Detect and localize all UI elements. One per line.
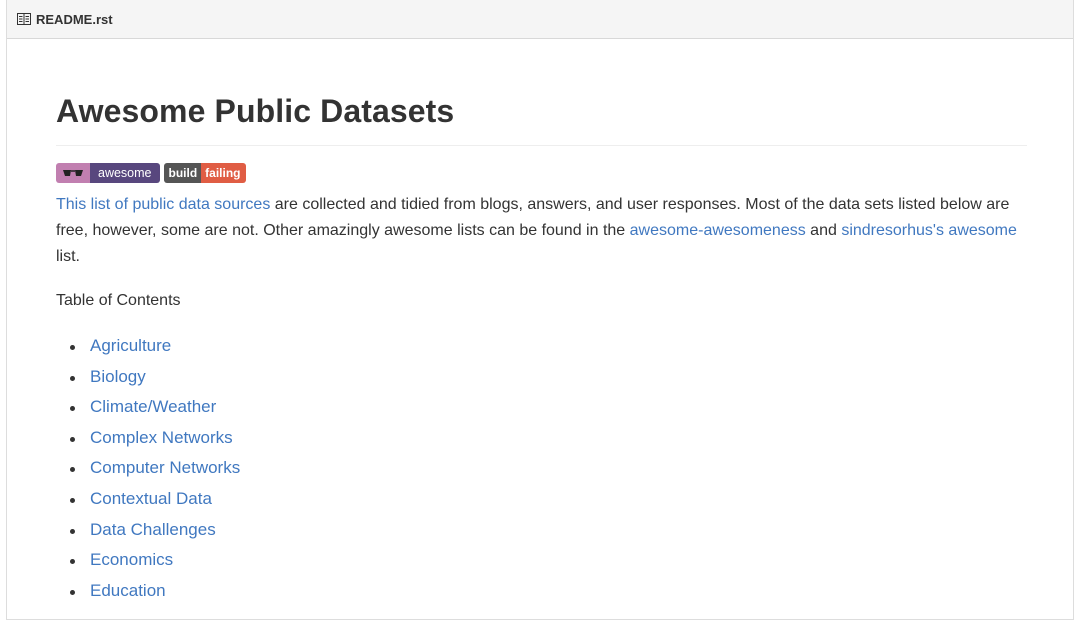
toc-link-complex-networks[interactable]: Complex Networks [90, 428, 233, 447]
build-badge-status: failing [201, 163, 246, 183]
toc-item: Agriculture [70, 331, 1027, 362]
toc-link-data-challenges[interactable]: Data Challenges [90, 520, 216, 539]
build-badge-label: build [163, 163, 202, 183]
build-status-badge[interactable]: build failing [163, 163, 246, 183]
sindresorhus-awesome-link[interactable]: sindresorhus's awesome [841, 222, 1017, 239]
sunglasses-icon [56, 163, 90, 183]
awesome-badge[interactable]: awesome [56, 163, 160, 183]
badges-row: awesome build failing [56, 163, 1027, 183]
toc-item: Contextual Data [70, 484, 1027, 515]
toc-item: Education [70, 576, 1027, 607]
toc-link-computer-networks[interactable]: Computer Networks [90, 458, 240, 477]
toc-item: Complex Networks [70, 423, 1027, 454]
readme-content: Awesome Public Datasets awesome build fa… [56, 40, 1027, 606]
toc-list: Agriculture Biology Climate/Weather Comp… [56, 331, 1027, 606]
book-icon [17, 13, 31, 25]
readme-header: README.rst [7, 0, 1073, 39]
page-title: Awesome Public Datasets [56, 40, 1027, 146]
public-data-sources-link[interactable]: This list of public data sources [56, 196, 270, 213]
toc-item: Computer Networks [70, 453, 1027, 484]
intro-text-3: list. [56, 248, 80, 265]
toc-link-contextual-data[interactable]: Contextual Data [90, 489, 212, 508]
intro-paragraph: This list of public data sources are col… [56, 192, 1027, 270]
toc-link-education[interactable]: Education [90, 581, 166, 600]
toc-link-economics[interactable]: Economics [90, 550, 173, 569]
awesome-awesomeness-link[interactable]: awesome-awesomeness [630, 222, 806, 239]
intro-text-2: and [805, 222, 842, 239]
toc-item: Economics [70, 545, 1027, 576]
toc-link-climate-weather[interactable]: Climate/Weather [90, 397, 216, 416]
readme-filename: README.rst [36, 11, 113, 27]
toc-title: Table of Contents [56, 292, 181, 309]
toc-link-biology[interactable]: Biology [90, 367, 146, 386]
readme-container: README.rst Awesome Public Datasets aweso… [6, 0, 1074, 620]
toc-item: Climate/Weather [70, 392, 1027, 423]
toc-link-agriculture[interactable]: Agriculture [90, 336, 171, 355]
toc-item: Data Challenges [70, 515, 1027, 546]
awesome-badge-label: awesome [90, 163, 160, 183]
toc-item: Biology [70, 362, 1027, 393]
